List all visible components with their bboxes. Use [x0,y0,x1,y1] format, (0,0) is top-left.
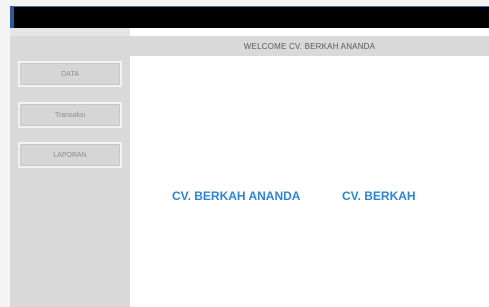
title-bar [10,6,489,28]
title-bar-accent [10,6,14,28]
sidebar-item-data[interactable]: DATA [18,61,122,87]
header-top-bar [130,28,489,36]
sidebar-item-label: DATA [61,70,79,78]
app-window: DATA Transaksi LAPORAN WELCOME CV. BERKA… [0,0,489,307]
welcome-header: WELCOME CV. BERKAH ANANDA [130,36,489,56]
main-content: CV. BERKAH ANANDA CV. BERKAH [130,56,489,307]
sidebar-top-strip [10,28,130,36]
welcome-text: WELCOME CV. BERKAH ANANDA [243,41,376,51]
sidebar-item-label: LAPORAN [53,151,87,159]
brand-primary: CV. BERKAH ANANDA [172,189,301,203]
sidebar-item-laporan[interactable]: LAPORAN [18,142,122,168]
sidebar: DATA Transaksi LAPORAN [10,28,130,307]
sidebar-item-transaksi[interactable]: Transaksi [18,102,122,128]
sidebar-item-label: Transaksi [54,111,86,119]
brand-secondary: CV. BERKAH [342,189,416,203]
